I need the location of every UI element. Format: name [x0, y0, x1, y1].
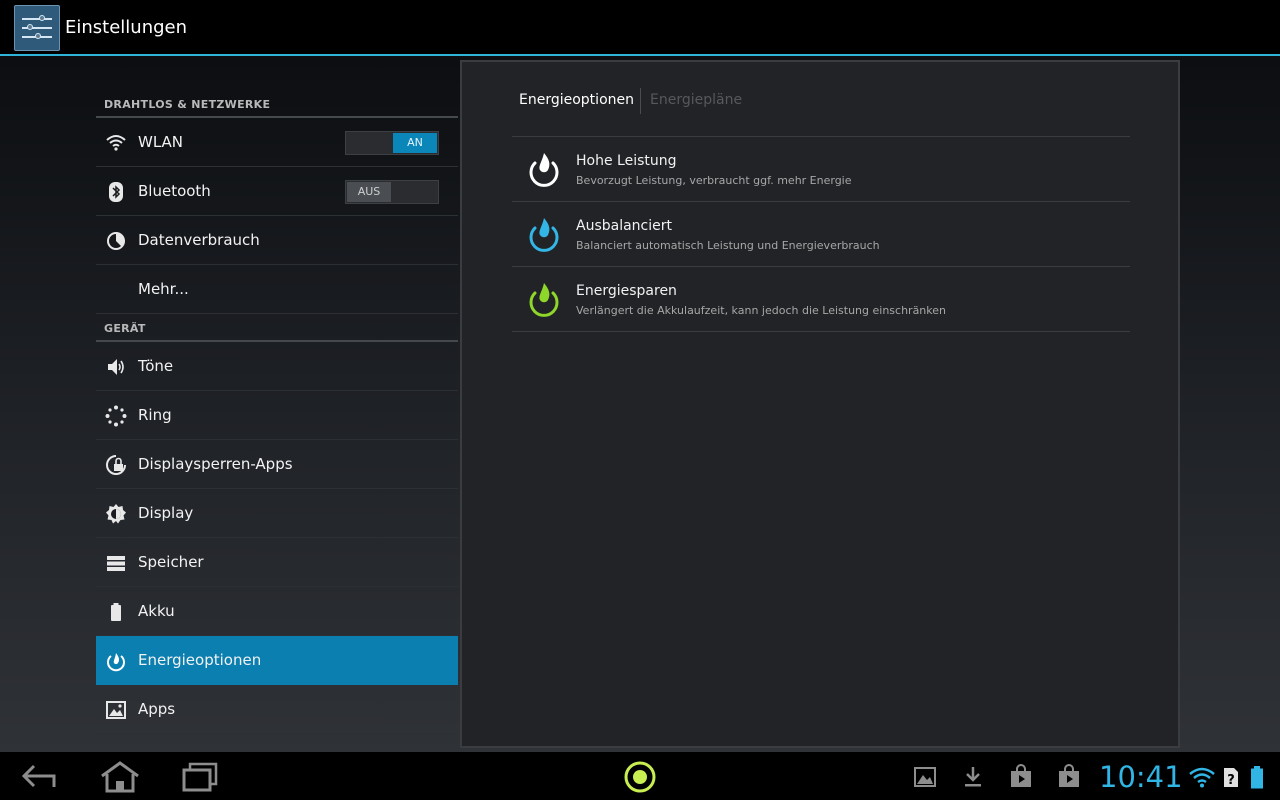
sidebar-item-label: WLAN [138, 133, 184, 151]
toggle-state: AN [393, 133, 437, 153]
sidebar-item-sounds[interactable]: Töne [96, 342, 458, 391]
no-sim-icon: ? [1224, 768, 1238, 788]
power-flame-green-icon [529, 283, 559, 317]
sidebar-item-label: Display [138, 504, 194, 522]
sidebar-item-bluetooth[interactable]: Bluetooth AUS [96, 167, 458, 216]
sidebar-item-display[interactable]: Display [96, 489, 458, 538]
plan-description: Bevorzugt Leistung, verbraucht ggf. mehr… [576, 174, 852, 187]
sidebar-item-label: Speicher [138, 553, 204, 571]
sidebar-item-label: Apps [138, 700, 176, 718]
wifi-status-icon [1189, 767, 1215, 788]
plan-title: Hohe Leistung [576, 153, 677, 169]
settings-sidebar: DRAHTLOS & NETZWERKE WLAN AN Bluetooth A… [96, 90, 458, 734]
sidebar-item-wlan[interactable]: WLAN AN [96, 118, 458, 167]
power-flame-blue-icon [529, 218, 559, 252]
plan-title: Ausbalanciert [576, 218, 672, 234]
sidebar-item-label: Displaysperren-Apps [138, 455, 293, 473]
back-icon[interactable] [16, 760, 64, 794]
sidebar-item-data-usage[interactable]: Datenverbrauch [96, 216, 458, 265]
wlan-toggle[interactable]: AN [345, 131, 439, 155]
sidebar-item-lockscreen-apps[interactable]: Displaysperren-Apps [96, 440, 458, 489]
bluetooth-icon [109, 182, 123, 202]
svg-text:?: ? [1227, 773, 1235, 788]
play-store-notification-icon-2[interactable] [1056, 764, 1082, 790]
app-title: Einstellungen [65, 17, 188, 38]
sidebar-item-apps[interactable]: Apps [96, 685, 458, 734]
power-flame-white-icon [529, 153, 559, 187]
plan-power-saving[interactable]: Energiesparen Verlängert die Akkulaufzei… [512, 267, 1130, 332]
section-header-device: GERÄT [96, 314, 458, 342]
apps-icon [106, 701, 126, 719]
power-flame-icon [107, 653, 125, 672]
brightness-icon [106, 504, 126, 524]
action-bar: Einstellungen [0, 0, 1280, 56]
battery-icon [111, 603, 121, 621]
gallery-notification-icon[interactable] [912, 764, 938, 790]
plan-title: Energiesparen [576, 283, 677, 299]
sidebar-item-label: Datenverbrauch [138, 231, 260, 249]
toggle-state: AUS [347, 182, 391, 202]
sidebar-item-more[interactable]: Mehr... [96, 265, 458, 314]
sidebar-item-label: Akku [138, 602, 175, 620]
speaker-icon [108, 359, 124, 375]
plan-balanced[interactable]: Ausbalanciert Balanciert automatisch Lei… [512, 202, 1130, 267]
status-clock[interactable]: 10:41 [1099, 760, 1183, 794]
sidebar-item-storage[interactable]: Speicher [96, 538, 458, 587]
recent-apps-icon[interactable] [176, 760, 224, 794]
power-plan-list: Hohe Leistung Bevorzugt Leistung, verbra… [512, 136, 1130, 332]
sidebar-item-label: Bluetooth [138, 182, 211, 200]
ring-launcher-icon[interactable] [616, 760, 664, 794]
main-area: DRAHTLOS & NETZWERKE WLAN AN Bluetooth A… [0, 56, 1280, 752]
data-usage-icon [107, 232, 125, 250]
lock-icon [106, 455, 126, 475]
bluetooth-toggle[interactable]: AUS [345, 180, 439, 204]
tab-power-options[interactable]: Energieoptionen [519, 92, 634, 108]
sidebar-item-ring[interactable]: Ring [96, 391, 458, 440]
sidebar-item-label: Töne [138, 357, 174, 375]
tab-power-plans[interactable]: Energiepläne [650, 92, 742, 108]
sidebar-item-label: Energieoptionen [138, 651, 262, 669]
sidebar-item-power-options[interactable]: Energieoptionen [96, 636, 458, 685]
wifi-icon [106, 135, 126, 151]
settings-app-icon[interactable] [14, 5, 60, 51]
sidebar-item-battery[interactable]: Akku [96, 587, 458, 636]
home-icon[interactable] [96, 760, 144, 794]
system-bar: 10:41 ? [0, 752, 1280, 800]
download-notification-icon[interactable] [960, 764, 986, 790]
tab-divider [640, 88, 641, 114]
battery-status-icon [1251, 766, 1263, 789]
plan-description: Verlängert die Akkulaufzeit, kann jedoch… [576, 304, 946, 317]
ring-icon [105, 405, 127, 427]
sidebar-item-label: Mehr... [138, 280, 189, 298]
plan-description: Balanciert automatisch Leistung und Ener… [576, 239, 880, 252]
storage-icon [107, 556, 125, 571]
plan-high-performance[interactable]: Hohe Leistung Bevorzugt Leistung, verbra… [512, 137, 1130, 202]
detail-pane: Energieoptionen Energiepläne Hohe Leistu… [460, 60, 1180, 748]
play-store-notification-icon[interactable] [1008, 764, 1034, 790]
section-header-wireless: DRAHTLOS & NETZWERKE [96, 90, 458, 118]
sidebar-item-label: Ring [138, 406, 172, 424]
